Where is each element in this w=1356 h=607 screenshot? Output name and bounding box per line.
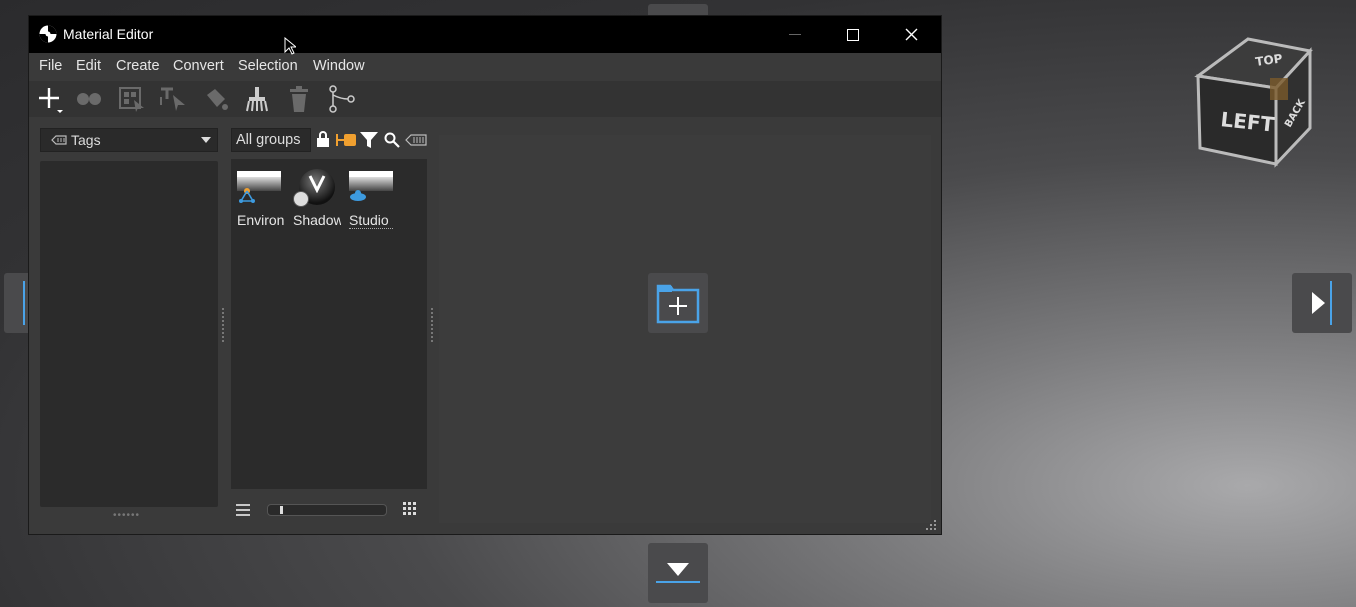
clean-up-button[interactable] xyxy=(240,83,274,115)
paint-bucket-button[interactable] xyxy=(198,83,232,115)
chevron-down-icon xyxy=(201,137,211,143)
lock-icon[interactable] xyxy=(316,131,330,148)
paint-bucket-icon xyxy=(207,89,228,110)
minimize-button[interactable] xyxy=(766,16,824,53)
delete-button[interactable] xyxy=(282,83,316,115)
material-balls-icon xyxy=(77,93,101,105)
grid-view-icon[interactable] xyxy=(403,502,417,516)
toolbar xyxy=(29,81,941,117)
splitter-handle-right[interactable] xyxy=(431,308,436,342)
left-indicator-bar xyxy=(23,281,25,325)
broom-icon xyxy=(246,87,268,112)
nav-down-button[interactable] xyxy=(648,543,708,603)
arrow-down-icon xyxy=(667,563,689,576)
folder-add-icon xyxy=(656,284,700,324)
resize-grip-icon[interactable] xyxy=(925,519,937,531)
shadow-material-icon xyxy=(293,169,337,207)
arrow-right-icon xyxy=(1312,292,1325,314)
right-indicator-bar xyxy=(1330,281,1332,325)
add-folder-button[interactable] xyxy=(648,273,708,333)
menu-window[interactable]: Window xyxy=(313,58,365,74)
node-filter-icon[interactable] xyxy=(336,133,358,147)
tags-dropdown[interactable]: Tags xyxy=(40,128,218,152)
tag-icon xyxy=(51,135,67,145)
title-bar[interactable]: Material Editor xyxy=(29,16,941,53)
node-graph-button[interactable] xyxy=(325,83,359,115)
groups-dropdown[interactable]: All groups xyxy=(231,128,311,152)
material-label: Studio xyxy=(349,212,393,229)
add-icon xyxy=(39,88,63,113)
pick-material-button[interactable] xyxy=(156,83,190,115)
tag-filter-icon[interactable] xyxy=(405,134,427,146)
close-icon xyxy=(905,28,917,41)
material-item-studio[interactable]: Studio xyxy=(349,169,397,229)
menu-selection[interactable]: Selection xyxy=(238,58,298,74)
environment-icon xyxy=(237,169,281,207)
tags-label: Tags xyxy=(71,132,101,148)
slider-thumb[interactable] xyxy=(280,506,283,514)
trash-icon xyxy=(290,86,308,112)
nav-right-button[interactable] xyxy=(1292,273,1352,333)
pick-material-icon xyxy=(160,87,185,111)
tags-list[interactable] xyxy=(40,161,218,507)
menu-edit[interactable]: Edit xyxy=(76,58,101,74)
thumbnail-size-slider[interactable] xyxy=(267,504,387,516)
mouse-cursor-icon xyxy=(284,37,296,55)
studio-icon xyxy=(349,169,393,207)
menu-file[interactable]: File xyxy=(39,58,62,74)
menu-bar: File Edit Create Convert Selection Windo… xyxy=(29,53,941,81)
add-material-button[interactable] xyxy=(32,83,66,115)
material-label: Environment xyxy=(237,212,285,228)
filter-icon[interactable] xyxy=(360,132,378,148)
material-label: Shadow xyxy=(293,212,341,228)
list-view-icon[interactable] xyxy=(235,503,251,517)
maximize-button[interactable] xyxy=(824,16,882,53)
maximize-icon xyxy=(847,28,859,41)
search-icon[interactable] xyxy=(384,132,400,148)
window-title: Material Editor xyxy=(63,26,154,42)
splitter-handle-left[interactable] xyxy=(222,308,227,342)
menu-create[interactable]: Create xyxy=(116,58,160,74)
grid-select-button[interactable] xyxy=(114,83,148,115)
resize-handle-horizontal[interactable]: •••••• xyxy=(113,510,140,521)
groups-label: All groups xyxy=(236,132,301,148)
material-item-shadow[interactable]: Shadow xyxy=(293,169,341,228)
materials-grid[interactable]: Environment Shadow Studio xyxy=(231,159,427,489)
app-logo-icon xyxy=(39,25,57,43)
menu-convert[interactable]: Convert xyxy=(173,58,224,74)
material-item-environment[interactable]: Environment xyxy=(237,169,285,228)
material-editor-window: Material Editor File Edit Create Convert… xyxy=(28,15,942,535)
minimize-icon xyxy=(789,34,801,35)
node-graph-icon xyxy=(329,85,355,113)
view-cube[interactable]: TOP LEFT BACK xyxy=(1190,36,1320,171)
material-balls-button[interactable] xyxy=(72,83,106,115)
down-indicator-bar xyxy=(656,581,700,583)
close-button[interactable] xyxy=(882,16,940,53)
grid-select-icon xyxy=(119,87,144,112)
